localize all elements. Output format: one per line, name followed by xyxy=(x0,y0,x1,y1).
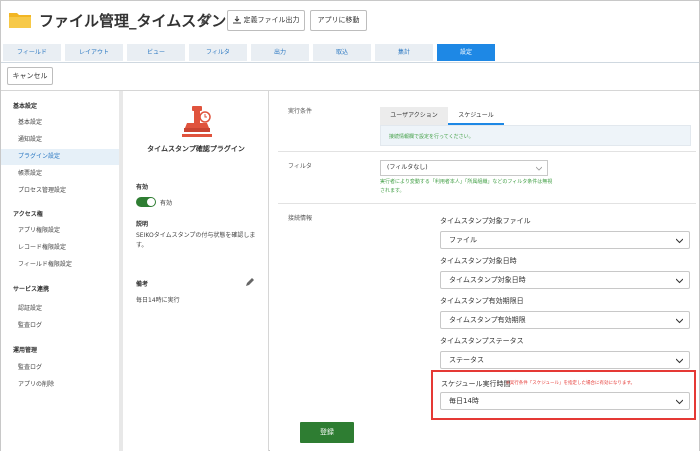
tab-settings[interactable]: 設定 xyxy=(437,44,495,61)
sidebar-section-operations: 運用管理 xyxy=(13,347,38,354)
sidebar-item-app-permissions[interactable]: アプリ権限設定 xyxy=(1,223,119,239)
filter-select[interactable]: (フィルタなし) xyxy=(380,160,548,176)
tab-view[interactable]: ビュー xyxy=(127,44,185,61)
tab-divider xyxy=(1,62,699,63)
sidebar-section-basic: 基本設定 xyxy=(13,103,38,110)
target-file-select[interactable]: ファイル xyxy=(440,231,690,249)
sidebar-item-audit-log-2[interactable]: 監査ログ xyxy=(1,360,119,376)
subtab-user-action[interactable]: ユーザアクション xyxy=(380,107,448,125)
edit-title-icon[interactable] xyxy=(200,13,212,25)
download-icon xyxy=(232,16,241,24)
settings-tabs: フィールド レイアウト ビュー フィルタ 出力 取込 集計 設定 xyxy=(1,41,699,63)
connection-info-label: 接続情報 xyxy=(288,215,313,222)
expiry-date-label: タイムスタンプ有効期限日 xyxy=(440,297,524,305)
enabled-toggle[interactable] xyxy=(136,197,156,207)
schedule-time-select[interactable]: 毎日14時 xyxy=(440,392,690,410)
filter-label: フィルタ xyxy=(288,163,312,170)
row-divider xyxy=(278,203,696,204)
enabled-toggle-label: 有効 xyxy=(160,200,173,207)
stamp-icon xyxy=(182,106,212,137)
description-text: SEIKOタイムスタンプの付与状態を確認します。 xyxy=(136,232,256,249)
target-file-label: タイムスタンプ対象ファイル xyxy=(440,217,531,225)
chevron-down-icon xyxy=(676,358,683,364)
target-datetime-label: タイムスタンプ対象日時 xyxy=(440,257,517,265)
sidebar-section-access: アクセス権 xyxy=(13,211,43,218)
row-divider xyxy=(278,151,696,152)
tab-aggregate[interactable]: 集計 xyxy=(375,44,433,61)
schedule-time-label: スケジュール実行時間 xyxy=(441,380,511,388)
plugin-settings-panel: 実行条件 ユーザアクション スケジュール 接続情報欄で設定を行ってください。 フ… xyxy=(270,91,699,451)
edit-memo-icon[interactable] xyxy=(245,277,255,287)
sidebar-item-plugins[interactable]: プラグイン設定 xyxy=(1,149,119,165)
exec-condition-label: 実行条件 xyxy=(288,108,313,115)
tab-filter[interactable]: フィルタ xyxy=(189,44,247,61)
sidebar-item-reports[interactable]: 帳票設定 xyxy=(1,166,119,182)
chevron-down-icon xyxy=(676,318,683,324)
tab-field[interactable]: フィールド xyxy=(3,44,61,61)
status-value: ステータス xyxy=(449,356,484,364)
filter-select-value: (フィルタなし) xyxy=(387,164,428,171)
sidebar-item-process[interactable]: プロセス管理設定 xyxy=(1,183,119,199)
folder-icon xyxy=(9,13,31,28)
memo-text: 毎日14時に実行 xyxy=(136,297,180,304)
sidebar-item-basic-settings[interactable]: 基本設定 xyxy=(1,115,119,131)
status-label: タイムスタンプステータス xyxy=(440,337,524,345)
subtab-schedule[interactable]: スケジュール xyxy=(448,107,504,125)
status-select[interactable]: ステータス xyxy=(440,351,690,369)
target-datetime-value: タイムスタンプ対象日時 xyxy=(449,276,526,284)
chevron-down-icon xyxy=(676,399,683,405)
memo-title: 備考 xyxy=(136,281,149,288)
sidebar-item-record-permissions[interactable]: レコード権限設定 xyxy=(1,240,119,256)
register-button[interactable]: 登録 xyxy=(300,422,354,443)
sidebar-item-field-permissions[interactable]: フィールド権限設定 xyxy=(1,257,119,273)
toggle-knob xyxy=(147,198,155,206)
chevron-down-icon xyxy=(676,278,683,284)
target-file-value: ファイル xyxy=(449,236,477,244)
schedule-info-text: 接続情報欄で設定を行ってください。 xyxy=(389,134,474,140)
schedule-info-box: 接続情報欄で設定を行ってください。 xyxy=(380,125,691,146)
plugin-info-panel: タイムスタンプ確認プラグイン 有効 有効 説明 SEIKOタイムスタンプの付与状… xyxy=(123,91,269,451)
chevron-down-icon xyxy=(676,238,683,244)
settings-sidebar: 基本設定 基本設定 通知設定 プラグイン設定 帳票設定 プロセス管理設定 アクセ… xyxy=(1,91,119,451)
tab-import[interactable]: 取込 xyxy=(313,44,371,61)
export-definition-label: 定義ファイル出力 xyxy=(243,16,300,24)
tab-layout[interactable]: レイアウト xyxy=(65,44,123,61)
schedule-time-note: ※実行条件「スケジュール」を指定した場合に有効になります。 xyxy=(506,381,636,386)
sidebar-item-notifications[interactable]: 通知設定 xyxy=(1,132,119,148)
enabled-title: 有効 xyxy=(136,184,149,191)
chevron-down-icon xyxy=(536,166,542,171)
target-datetime-select[interactable]: タイムスタンプ対象日時 xyxy=(440,271,690,289)
export-definition-button[interactable]: 定義ファイル出力 xyxy=(227,10,305,31)
tab-output[interactable]: 出力 xyxy=(251,44,309,61)
go-to-app-button[interactable]: アプリに移動 xyxy=(310,10,367,31)
expiry-date-select[interactable]: タイムスタンプ有効期限 xyxy=(440,311,690,329)
filter-note: 実行者により変動する「利用者本人」「所属組織」などのフィルタ条件は無視されます。 xyxy=(380,179,553,194)
description-title: 説明 xyxy=(136,221,149,228)
plugin-name: タイムスタンプ確認プラグイン xyxy=(147,145,245,153)
sidebar-item-audit-log-1[interactable]: 監査ログ xyxy=(1,318,119,334)
expiry-date-value: タイムスタンプ有効期限 xyxy=(449,316,526,324)
app-header: ファイル管理_タイムスタンプ 定義ファイル出力 アプリに移動 xyxy=(1,1,699,41)
cancel-button[interactable]: キャンセル xyxy=(7,67,53,85)
sidebar-section-integration: サービス連携 xyxy=(13,286,50,293)
schedule-time-value: 毎日14時 xyxy=(449,397,479,405)
sidebar-item-delete-app[interactable]: アプリの削除 xyxy=(1,377,119,393)
sidebar-item-auth[interactable]: 認証設定 xyxy=(1,301,119,317)
